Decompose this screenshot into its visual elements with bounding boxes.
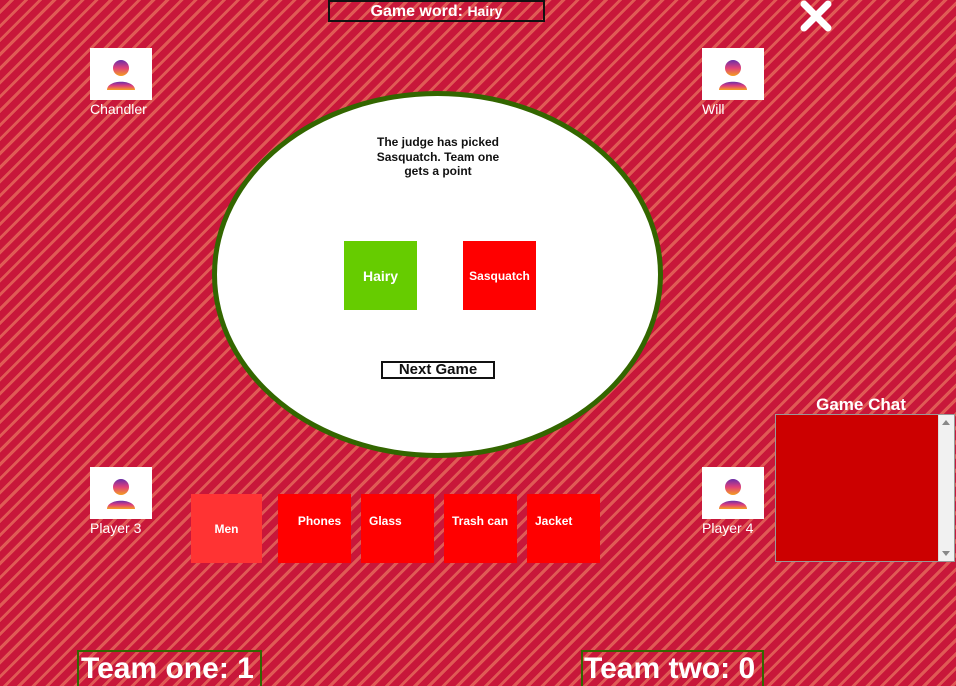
- team-two-score: Team two: 0: [581, 650, 764, 686]
- card-label: Glass: [369, 514, 402, 528]
- player-seat-top-left: Chandler: [90, 48, 170, 117]
- hand-card-trash-can[interactable]: Trash can: [444, 494, 517, 563]
- hand-card-men[interactable]: Men: [191, 494, 262, 563]
- hand-card-glass[interactable]: Glass: [361, 494, 434, 563]
- user-avatar-icon: [107, 479, 135, 509]
- team-one-score: Team one: 1: [77, 650, 262, 686]
- avatar: [90, 467, 152, 519]
- game-word-value: Hairy: [467, 3, 503, 19]
- played-card-sasquatch: Sasquatch: [463, 241, 536, 310]
- player-name: Player 4: [702, 520, 754, 536]
- user-avatar-icon: [719, 60, 747, 90]
- played-card-hairy: Hairy: [344, 241, 417, 310]
- game-word-label: Game word:: [370, 3, 463, 20]
- next-game-button[interactable]: Next Game: [381, 361, 495, 379]
- player-name: Will: [702, 101, 725, 117]
- player-seat-top-right: Will: [702, 48, 782, 117]
- user-avatar-icon: [719, 479, 747, 509]
- hand-card-jacket[interactable]: Jacket: [527, 494, 600, 563]
- avatar: [90, 48, 152, 100]
- close-icon: [800, 0, 832, 32]
- chat-scrollbar[interactable]: [938, 415, 954, 561]
- chat-box[interactable]: [775, 414, 955, 562]
- player-name: Player 3: [90, 520, 142, 536]
- game-word-banner: Game word: Hairy: [328, 0, 545, 22]
- card-label: Trash can: [452, 514, 509, 528]
- chat-title: Game Chat: [816, 395, 906, 414]
- hand-card-phones[interactable]: Phones: [278, 494, 351, 563]
- avatar: [702, 48, 764, 100]
- card-label: Men: [214, 522, 239, 536]
- scroll-up-icon[interactable]: [942, 420, 950, 425]
- player-seat-bottom-left: Player 3: [90, 467, 170, 536]
- card-label: Jacket: [535, 514, 573, 528]
- avatar: [702, 467, 764, 519]
- scroll-down-icon[interactable]: [942, 551, 950, 556]
- user-avatar-icon: [107, 60, 135, 90]
- card-label: Hairy: [362, 267, 399, 284]
- judge-message: The judge has picked Sasquatch. Team one…: [376, 135, 500, 178]
- player-seat-bottom-right: Player 4: [702, 467, 782, 536]
- card-label: Sasquatch: [469, 268, 530, 283]
- card-label: Phones: [297, 514, 342, 528]
- close-button[interactable]: [798, 0, 834, 32]
- player-name: Chandler: [90, 101, 147, 117]
